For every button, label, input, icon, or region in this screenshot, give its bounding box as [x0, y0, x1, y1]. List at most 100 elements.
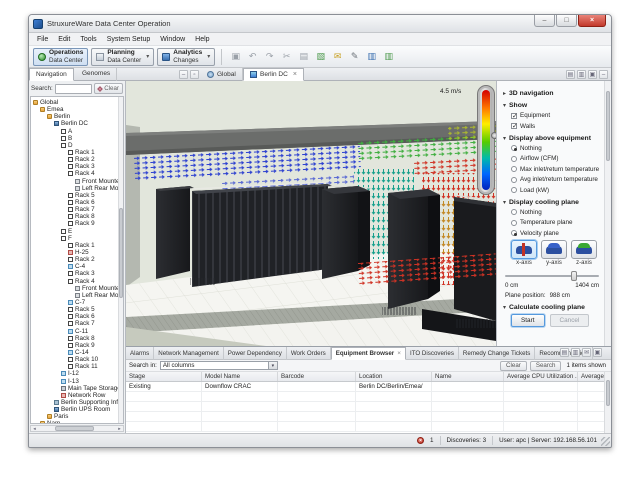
cooling-plane-option[interactable]: Temperature plane — [511, 219, 601, 226]
menu-item[interactable]: Help — [190, 33, 214, 46]
inspector-scrollbar[interactable] — [604, 81, 611, 346]
tree-item[interactable]: Rack 2 — [31, 156, 123, 163]
title-bar[interactable]: StruxureWare Data Center Operation – □ × — [29, 15, 611, 33]
clear-filter-button[interactable]: Clear — [500, 361, 527, 371]
cut-icon[interactable]: ✂ — [279, 49, 294, 64]
column-header[interactable]: Model Name — [202, 372, 278, 381]
tree-vertical-scrollbar[interactable] — [118, 97, 123, 423]
tree-item[interactable]: Rack 10 — [31, 356, 123, 363]
radio-button[interactable] — [511, 177, 517, 183]
column-header[interactable]: Name — [432, 372, 504, 381]
tree-item[interactable]: Rack 1 — [31, 149, 123, 156]
plane-position-slider[interactable] — [505, 271, 599, 281]
section-calculate[interactable]: ▾ Calculate cooling plane — [503, 304, 601, 311]
tree-item[interactable]: Rack 8 — [31, 213, 123, 220]
show-option[interactable]: Walls — [511, 123, 601, 130]
settings-icon[interactable]: ▣ — [593, 348, 602, 357]
view-maximize-icon[interactable]: ▣ — [588, 70, 597, 79]
radio-button[interactable] — [511, 156, 517, 162]
scroll-left-icon[interactable]: ◄ — [31, 426, 38, 431]
tree-item[interactable]: C-4 — [31, 263, 123, 270]
tree-item[interactable]: Left Rear Moun — [31, 185, 123, 192]
tree-item[interactable]: Rack 6 — [31, 199, 123, 206]
tree-item[interactable]: C-7 — [31, 299, 123, 306]
display-above-option[interactable]: Nothing — [511, 145, 601, 152]
tree-item[interactable]: Rack 9 — [31, 342, 123, 349]
tree-item[interactable]: Front Mounted — [31, 178, 123, 185]
column-header[interactable]: Location — [356, 372, 432, 381]
table-row[interactable]: ExistingDownflow CRACBerlin DC/Berlin/Em… — [126, 382, 611, 392]
menu-item[interactable]: System Setup — [102, 33, 156, 46]
detach-panel-icon[interactable]: ▫ — [190, 70, 199, 79]
display-above-option[interactable]: Max inlet/return temperature — [511, 166, 601, 173]
bottom-tab[interactable]: Power Dependency — [224, 347, 287, 360]
mode-button[interactable]: Operations Data Center — [33, 48, 88, 66]
menu-item[interactable]: File — [32, 33, 53, 46]
tree-item[interactable]: Berlin UPS Room — [31, 406, 123, 413]
checkbox[interactable] — [511, 123, 517, 129]
tree-item[interactable]: Rack 6 — [31, 313, 123, 320]
tree-item[interactable]: A — [31, 128, 123, 135]
close-tab-icon[interactable]: × — [293, 71, 297, 78]
tree-item[interactable]: Rack 3 — [31, 270, 123, 277]
column-header[interactable]: Average CPU Utilization ... — [504, 372, 578, 381]
tree-item[interactable]: C-14 — [31, 349, 123, 356]
display-above-option[interactable]: Load (kW) — [511, 187, 601, 194]
section-3d-navigation[interactable]: ▸ 3D navigation — [503, 90, 601, 97]
show-option[interactable]: Equipment — [511, 112, 601, 119]
bottom-tab[interactable]: Network Management — [154, 347, 224, 360]
tree-item[interactable]: I-12 — [31, 370, 123, 377]
redo-icon[interactable]: ↷ — [262, 49, 277, 64]
edit-icon[interactable]: ✎ — [347, 49, 362, 64]
cancel-button[interactable]: Cancel — [550, 314, 590, 327]
report-green-icon[interactable]: ▥ — [381, 49, 396, 64]
mode-button[interactable]: Analytics Changes ▾ — [157, 48, 215, 66]
velocity-color-scale[interactable] — [477, 85, 495, 195]
tree-item[interactable]: Rack 5 — [31, 306, 123, 313]
tree-item[interactable]: Berlin DC — [31, 120, 123, 127]
search-column-select[interactable]: All columns ▾ — [160, 361, 278, 370]
tree-item[interactable]: Nam — [31, 420, 123, 424]
section-cooling-plane[interactable]: ▾ Display cooling plane — [503, 199, 601, 206]
snapshot-icon[interactable]: ▧ — [313, 49, 328, 64]
bottom-tab[interactable]: ITO Discoveries — [406, 347, 459, 360]
bottom-tab[interactable]: Work Orders — [287, 347, 331, 360]
display-above-option[interactable]: Airflow (CFM) — [511, 155, 601, 162]
view-split-icon[interactable]: ▤ — [566, 70, 575, 79]
tree-item[interactable]: Rack 9 — [31, 220, 123, 227]
tab-navigation[interactable]: Navigation — [29, 68, 74, 81]
checkbox[interactable] — [511, 113, 517, 119]
display-above-option[interactable]: Avg inlet/return temperature — [511, 176, 601, 183]
slider-handle[interactable] — [571, 271, 577, 281]
column-header[interactable]: Barcode — [278, 372, 356, 381]
radio-button[interactable] — [511, 209, 517, 215]
tree-item[interactable]: B — [31, 135, 123, 142]
menu-item[interactable]: Window — [155, 33, 190, 46]
tree-item[interactable]: H-25 — [31, 249, 123, 256]
tree-item[interactable]: Rack 4 — [31, 278, 123, 285]
section-display-above[interactable]: ▾ Display above equipment — [503, 135, 601, 142]
tree-item[interactable]: Front Mounted — [31, 285, 123, 292]
save-icon[interactable]: ▣ — [228, 49, 243, 64]
tree-item[interactable]: Paris — [31, 413, 123, 420]
tree-item[interactable]: I-13 — [31, 377, 123, 384]
bottom-tab[interactable]: Remedy Change Tickets — [459, 347, 535, 360]
column-header[interactable]: Average Pow... — [578, 372, 604, 381]
tree-item[interactable]: Rack 1 — [31, 242, 123, 249]
radio-button[interactable] — [511, 220, 517, 226]
report-blue-icon[interactable]: ▥ — [364, 49, 379, 64]
columns-icon[interactable]: ▥ — [571, 348, 580, 357]
tree-item[interactable]: F — [31, 235, 123, 242]
radio-button[interactable] — [511, 145, 517, 151]
section-show[interactable]: ▾ Show — [503, 102, 601, 109]
tree-item[interactable]: Rack 7 — [31, 206, 123, 213]
minimize-strip-icon[interactable]: – — [599, 70, 608, 79]
scrollbar-thumb[interactable] — [55, 426, 94, 431]
scroll-right-icon[interactable]: ► — [116, 426, 123, 431]
clear-search-button[interactable]: Clear — [94, 83, 123, 94]
tree-item[interactable]: Rack 2 — [31, 256, 123, 263]
tree-item[interactable]: Berlin Supporting Infrastru — [31, 399, 123, 406]
tree-item[interactable]: Rack 7 — [31, 320, 123, 327]
axis-button[interactable] — [541, 240, 567, 259]
export-icon[interactable]: ✉ — [582, 348, 591, 357]
